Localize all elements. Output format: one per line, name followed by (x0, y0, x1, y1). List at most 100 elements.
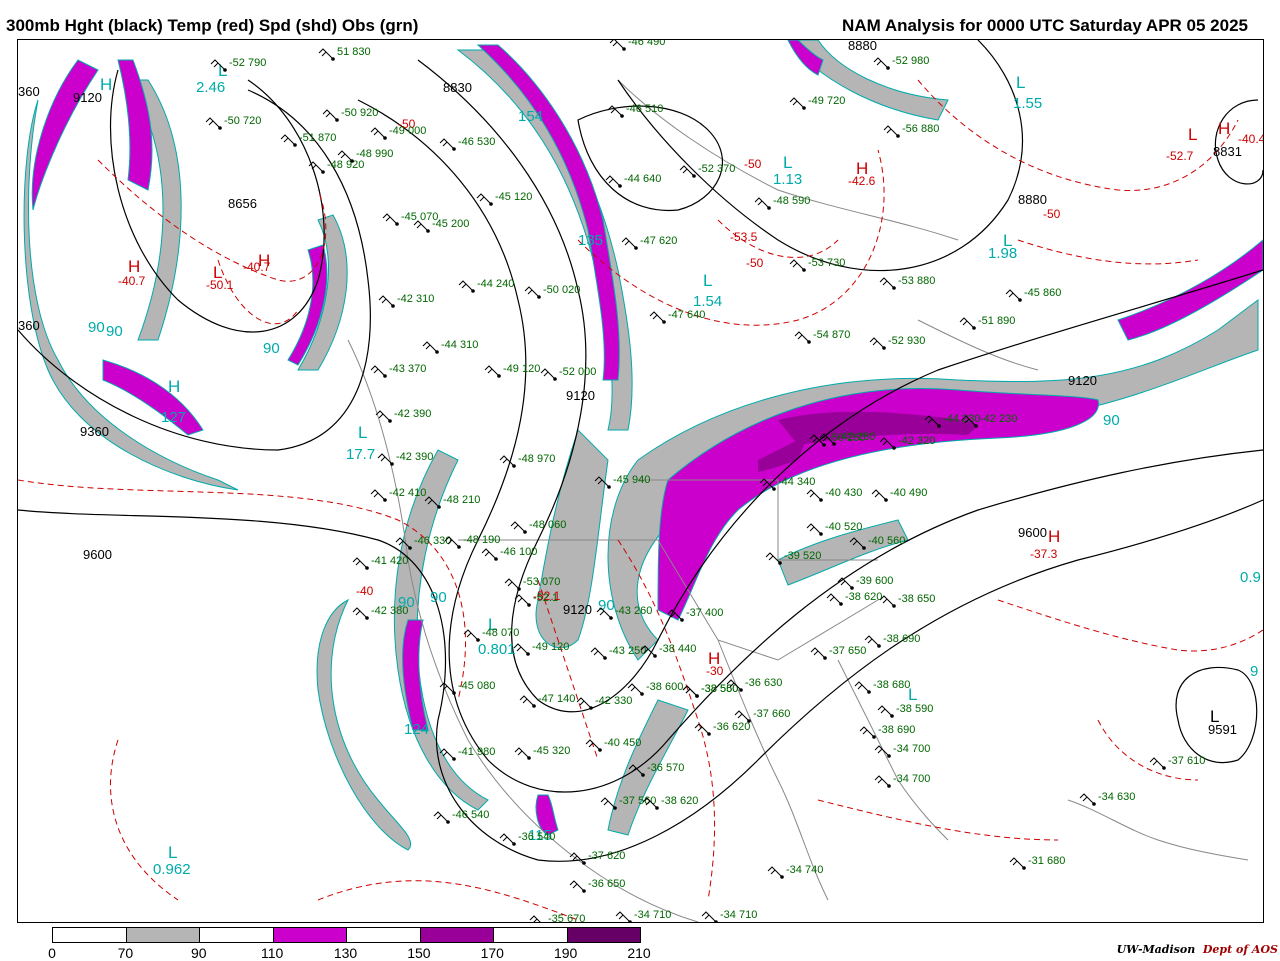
observation-label: -41 420 (371, 555, 408, 567)
observation-label: -52.1 (533, 592, 558, 604)
observation-label: -52 370 (698, 163, 735, 175)
observation-label: -46 530 (458, 136, 495, 148)
legend-tick-110: 110 (260, 945, 284, 961)
legend-tick-150: 150 (407, 945, 431, 961)
wind-speed-legend: 0 70 90 110 130 150 170 190 210 (48, 927, 651, 961)
observation-label: -38 620 (845, 591, 882, 603)
wind-barb (871, 489, 887, 501)
temperature-label: -50 (746, 256, 764, 270)
height-label: 8880 (1018, 192, 1047, 207)
observation-label: -42 410 (389, 487, 426, 499)
observation-label: -35 670 (548, 913, 585, 922)
observation-label: -36 570 (647, 762, 684, 774)
legend-swatch-6 (494, 928, 568, 942)
observation-label: -52 000 (559, 366, 596, 378)
speed-max-label: 17.7 (346, 446, 375, 463)
wind-barb (458, 280, 474, 292)
observation-label: -46 510 (626, 103, 663, 115)
wind-barb (874, 775, 890, 787)
observation-label: -46 540 (452, 809, 489, 821)
pressure-center-label: L (783, 153, 792, 172)
wind-barb (837, 577, 853, 589)
legend-tick-90: 90 (190, 945, 207, 961)
observation-label: -42 320 (898, 435, 935, 447)
wind-barb (883, 125, 899, 137)
analysis-time-title: NAM Analysis for 0000 UTC Saturday APR 0… (842, 16, 1248, 35)
wind-barb (308, 161, 324, 173)
credit-line: UW-Madison Dept of AOS (1117, 943, 1278, 956)
observation-label: -37 650 (829, 645, 866, 657)
observation-label: -42 390 (394, 408, 431, 420)
wind-barb (504, 578, 520, 590)
wind-barb (352, 557, 368, 569)
observation-label: -53 730 (808, 257, 845, 269)
observation-label: -46 330 (414, 535, 451, 547)
wind-barb (463, 629, 479, 641)
legend-swatch-2 (200, 928, 274, 942)
observation-label: -54 870 (813, 329, 850, 341)
observation-label: -48 070 (482, 627, 519, 639)
observation-label: -45 120 (495, 191, 532, 203)
height-label: 9600 (83, 547, 112, 562)
observation-label: -34 700 (893, 743, 930, 755)
wind-barb (318, 48, 334, 60)
speed-max-label: 1.54 (693, 293, 722, 310)
speed-max-label: 90 (88, 319, 105, 336)
wind-barb (734, 710, 750, 722)
chart-title: 300mb Hght (black) Temp (red) Spd (shd) … (6, 16, 419, 35)
wind-barb (679, 165, 695, 177)
observation-label: -49 000 (389, 125, 426, 137)
wind-barb (615, 911, 631, 922)
speed-max-label: 1.13 (773, 171, 802, 188)
legend-swatch-5 (420, 928, 494, 942)
observation-label: -44 230 (943, 413, 980, 425)
weather-map: 360 9120 8830 8656 360 9360 9600 9120 9120 8880 91… (17, 39, 1264, 923)
speed-max-label: 90 (430, 589, 447, 606)
height-label: 8831 (1213, 144, 1242, 159)
speed-max-label: 1.55 (1013, 95, 1042, 112)
observation-label: -36 540 (518, 831, 555, 843)
observation-label: -34 710 (634, 909, 671, 921)
observation-label: -34 710 (720, 909, 757, 921)
temperature-label: -50 (1043, 207, 1061, 221)
wind-barb (600, 797, 616, 809)
height-label: 9120 (73, 90, 102, 105)
temperature-label: -37.3 (1030, 547, 1058, 561)
wind-barb (873, 57, 889, 69)
speed-max-label: 0.9 (1240, 569, 1261, 586)
observation-label: -40 430 (825, 487, 862, 499)
pressure-center-label: H (1218, 119, 1230, 138)
wind-barb (590, 647, 606, 659)
observation-label: -51 890 (978, 315, 1015, 327)
wind-barb (514, 747, 530, 759)
observation-label: -34 630 (1098, 791, 1135, 803)
wind-barb (514, 594, 530, 606)
observation-label: -38 620 (661, 795, 698, 807)
legend-swatch-7 (567, 928, 640, 942)
wind-barb (370, 489, 386, 501)
credit-org: UW-Madison (1116, 943, 1196, 956)
temperature-label: -50 (744, 157, 762, 171)
wind-barb (352, 607, 368, 619)
observation-label: -44 340 (778, 476, 815, 488)
wind-barb (499, 833, 515, 845)
wind-barb (1079, 793, 1095, 805)
speed-max-label: 9 (1250, 663, 1258, 680)
temperature-label: -52.7 (1166, 149, 1194, 163)
wind-barb (569, 880, 585, 892)
wind-barb (854, 681, 870, 693)
speed-max-label: 127 (161, 409, 186, 426)
observation-label: -37 610 (1168, 755, 1205, 767)
pressure-center-label: L (1016, 73, 1025, 92)
observation-label: -41 980 (458, 746, 495, 758)
wind-barb (701, 911, 717, 922)
observation-label: -38 440 (659, 643, 696, 655)
wind-barb (959, 317, 975, 329)
observation-label: -45 860 (1024, 287, 1061, 299)
wind-barb (484, 365, 500, 377)
height-label: 9120 (1068, 373, 1097, 388)
observation-label: -40 450 (604, 737, 641, 749)
speed-max-label: 0.962 (153, 861, 191, 878)
observation-label: -34 740 (786, 864, 823, 876)
observation-label: -37 660 (753, 708, 790, 720)
